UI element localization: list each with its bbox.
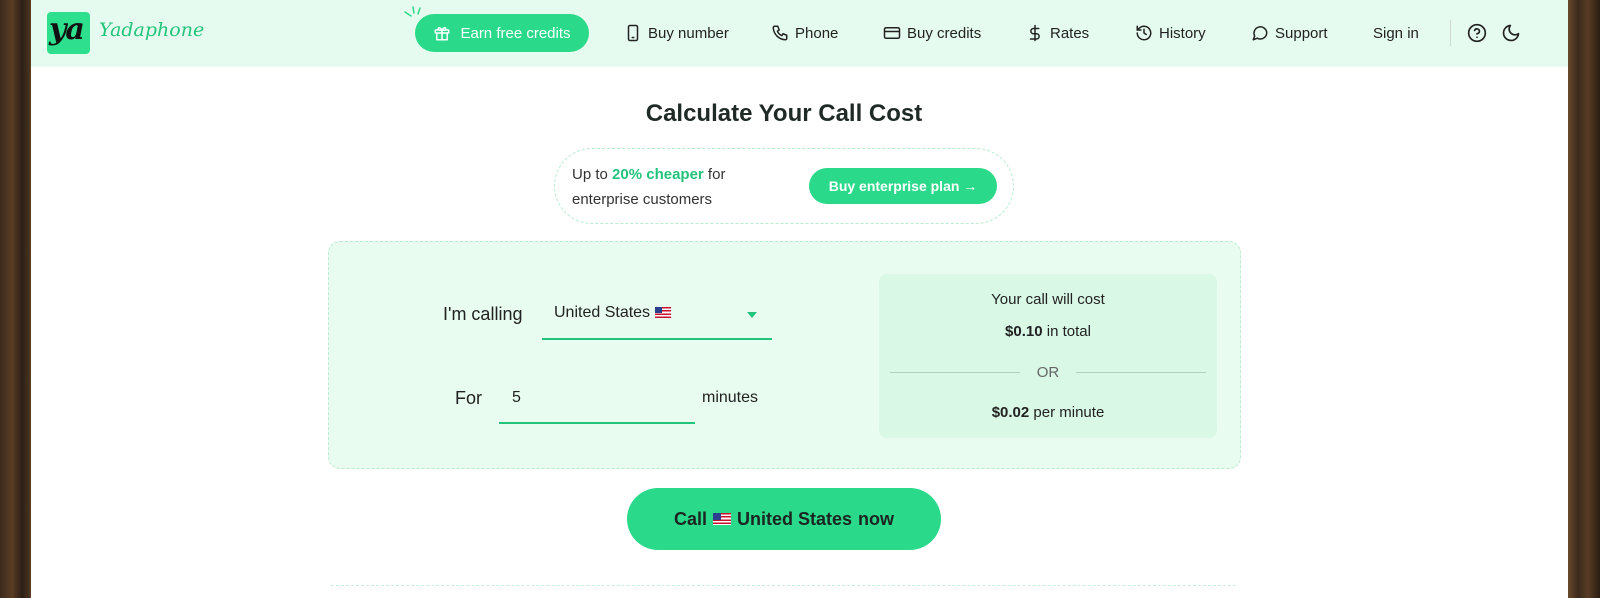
caret-down-icon [747,312,757,318]
total-cost: $0.10 in total [879,323,1217,340]
total-suffix: in total [1042,323,1091,340]
minutes-input[interactable]: 5 [499,380,695,424]
phone-handset-icon [772,25,788,41]
nav-history-label: History [1159,24,1206,42]
background-right [1568,0,1600,598]
logo-name[interactable]: Yadaphone [99,19,204,41]
buy-enterprise-plan-button[interactable]: Buy enterprise plan → [809,168,997,204]
us-flag-icon [654,307,671,319]
for-label: For [455,388,482,408]
call-button-country: United States [736,508,853,529]
per-minute-cost: $0.02 per minute [879,404,1217,421]
calling-label: I'm calling [443,304,523,324]
promo-prefix: Up to [572,166,613,183]
nav-sign-in-label: Sign in [1373,24,1419,42]
country-select[interactable]: United States [542,296,772,340]
nav-buy-number-label: Buy number [648,24,729,42]
credit-card-icon [883,27,901,39]
section-divider [331,585,1236,586]
gift-icon [434,27,450,41]
or-divider-right [1076,372,1206,373]
per-minute-suffix: per minute [1029,404,1105,421]
country-select-value: United States [554,304,671,322]
nav-support-label: Support [1275,24,1328,42]
us-flag-icon [712,513,731,525]
nav-divider [1450,20,1451,46]
nav-phone-label: Phone [795,24,839,42]
nav-buy-number[interactable]: Buy number [624,22,729,44]
phone-device-icon [627,24,639,42]
nav-support[interactable]: Support [1251,22,1328,44]
enterprise-promo: Up to 20% cheaper for enterprise custome… [554,148,1014,224]
history-icon [1136,25,1152,41]
dollar-icon [1029,24,1040,42]
earn-free-credits-button[interactable]: Earn free credits [415,14,589,52]
nav-rates-label: Rates [1050,24,1090,42]
minutes-input-value: 5 [512,389,521,406]
call-button-prefix: Call [673,508,707,529]
result-heading: Your call will cost [991,291,1105,308]
moon-icon[interactable] [1501,23,1521,43]
page-title: Calculate Your Call Cost [645,100,923,127]
nav-history[interactable]: History [1135,22,1206,44]
chat-bubble-icon [1252,26,1268,41]
nav-rates[interactable]: Rates [1026,22,1089,44]
nav-buy-credits[interactable]: Buy credits [883,22,981,44]
nav-buy-credits-label: Buy credits [907,24,982,42]
per-minute-amount: $0.02 [991,404,1030,421]
minutes-label: minutes [702,389,759,406]
promo-text: Up to 20% cheaper for enterprise custome… [572,162,772,212]
call-cost-calculator: I'm calling United States For 5 minutes … [328,241,1241,469]
country-name: United States [554,304,651,321]
nav-phone[interactable]: Phone [771,22,838,44]
promo-highlight: 20% cheaper [612,166,704,183]
header: ya Yadaphone Earn free credits Buy numbe… [31,0,1568,67]
page: ya Yadaphone Earn free credits Buy numbe… [31,0,1568,598]
call-now-button[interactable]: Call United States now [627,488,941,550]
logo-mark[interactable]: ya [47,12,90,54]
nav-sign-in[interactable]: Sign in [1373,22,1419,44]
total-amount: $0.10 [1005,323,1043,340]
help-icon[interactable] [1467,23,1487,43]
cost-result-panel: Your call will cost $0.10 in total OR $0… [879,274,1217,438]
earn-free-credits-label: Earn free credits [460,24,571,42]
call-button-suffix: now [858,508,895,529]
